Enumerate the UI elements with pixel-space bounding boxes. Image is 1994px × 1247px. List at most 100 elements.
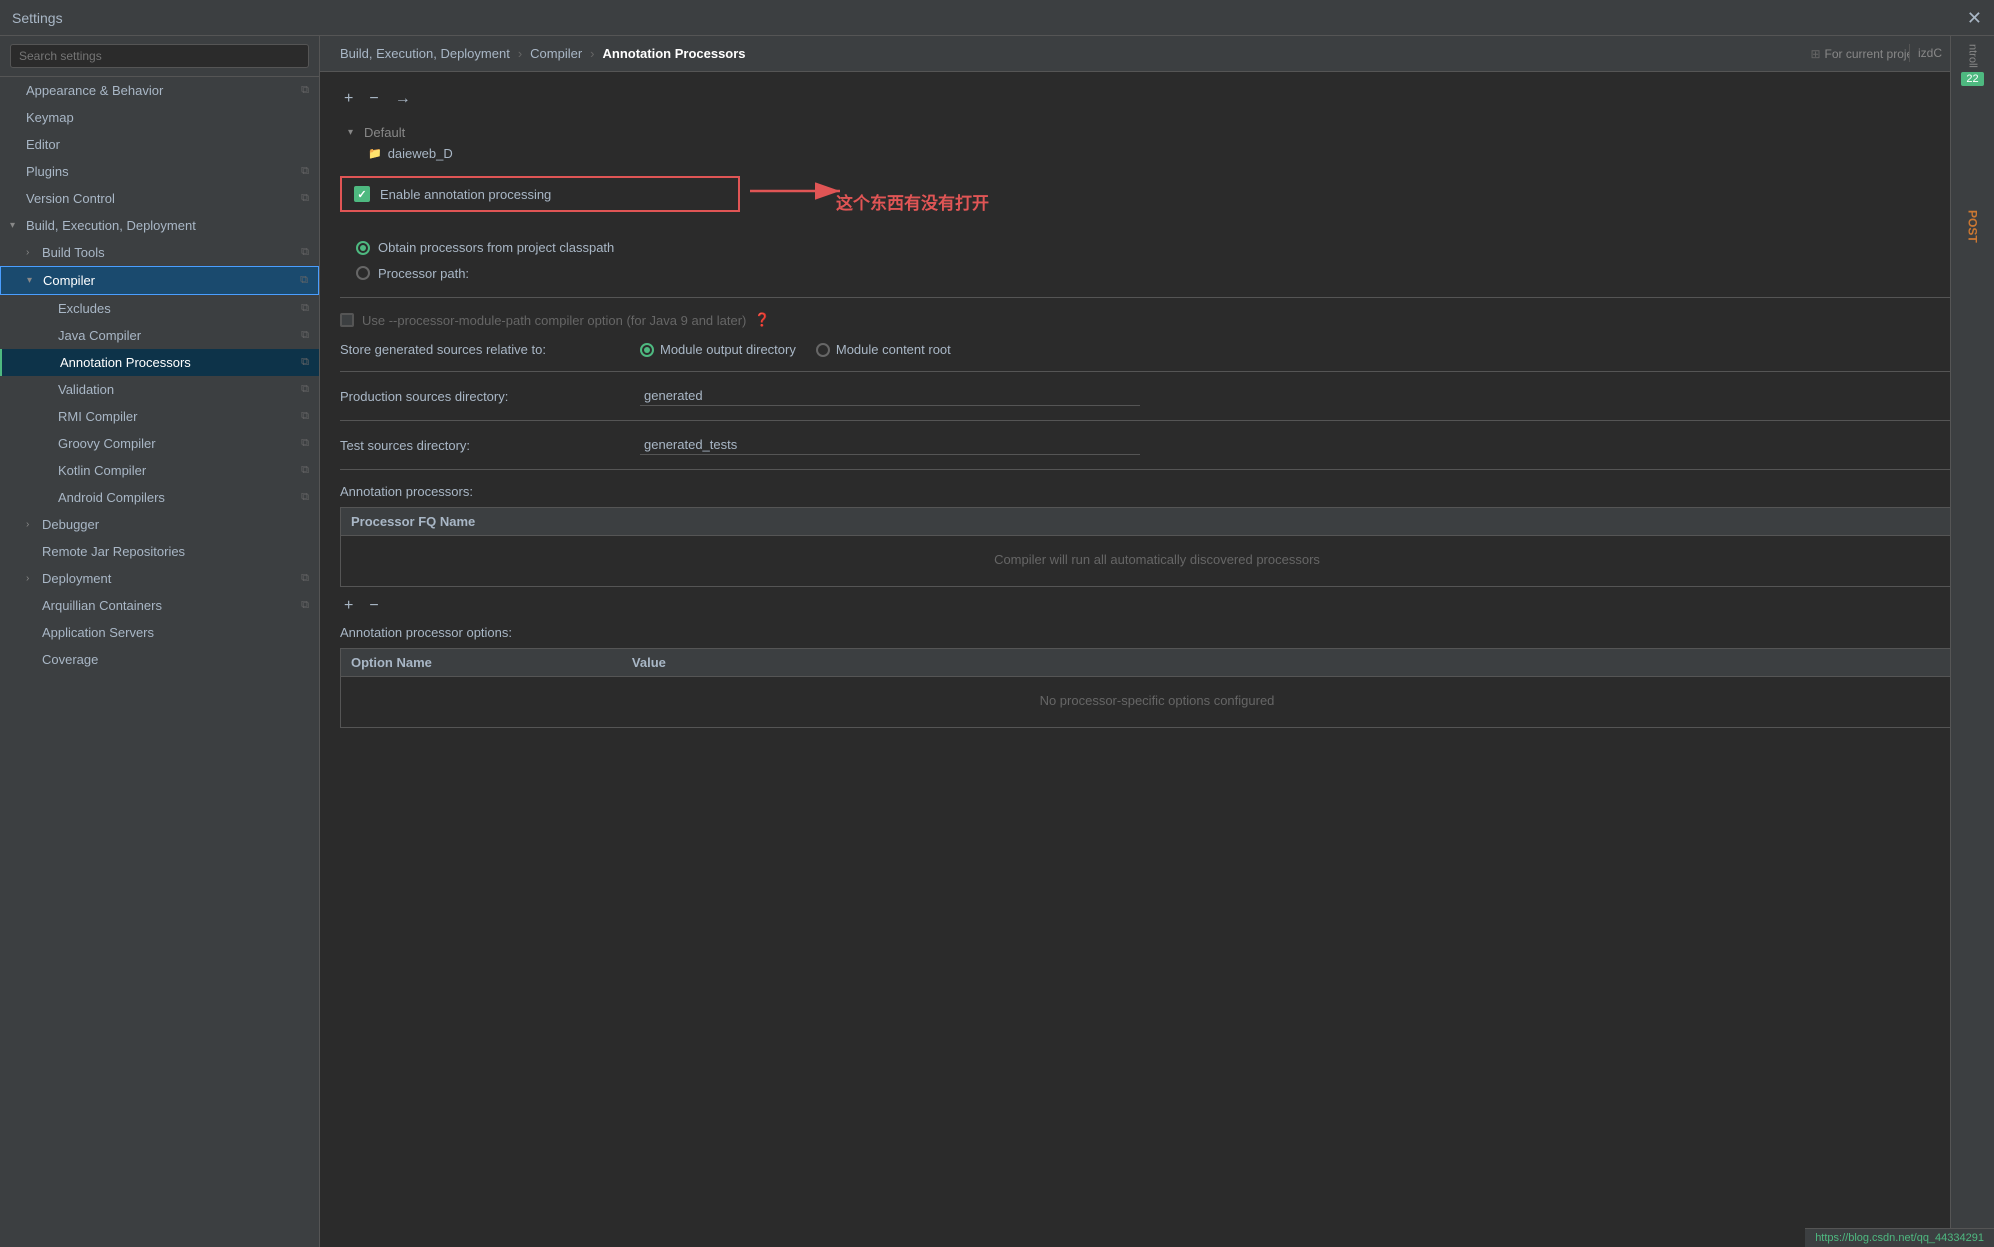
window-title: Settings bbox=[12, 10, 63, 26]
annotation-processors-table: Processor FQ Name Compiler will run all … bbox=[340, 507, 1974, 587]
right-panel-badge: 22 bbox=[1961, 72, 1983, 86]
sidebar-item-appearance[interactable]: Appearance & Behavior⧉ bbox=[0, 77, 319, 104]
toolbar-row: + − → bbox=[340, 88, 1974, 110]
module-content-radio[interactable] bbox=[816, 343, 830, 357]
option-name-header: Option Name bbox=[351, 655, 432, 670]
sidebar-item-build-exec[interactable]: ▾ Build, Execution, Deployment bbox=[0, 212, 319, 239]
sidebar-item-keymap[interactable]: Keymap bbox=[0, 104, 319, 131]
table-empty-message: Compiler will run all automatically disc… bbox=[341, 536, 1973, 586]
sidebar-item-deployment[interactable]: ›Deployment⧉ bbox=[0, 565, 319, 592]
sidebar-item-version-control[interactable]: Version Control⧉ bbox=[0, 185, 319, 212]
sidebar-item-label: Android Compilers bbox=[58, 490, 165, 505]
copy-icon: ⧉ bbox=[301, 329, 309, 342]
sidebar-item-compiler[interactable]: ▾Compiler⧉ bbox=[0, 266, 319, 295]
sidebar-item-label: Annotation Processors bbox=[60, 355, 191, 370]
production-dir-input[interactable] bbox=[640, 386, 1140, 406]
add-processor-button[interactable]: + bbox=[340, 595, 357, 617]
module-output-radio[interactable] bbox=[640, 343, 654, 357]
table-header: Processor FQ Name bbox=[341, 508, 1973, 536]
enable-annotation-checkbox[interactable] bbox=[354, 186, 370, 202]
help-icon[interactable]: ❓ bbox=[754, 312, 770, 328]
sidebar-item-label: Remote Jar Repositories bbox=[42, 544, 185, 559]
navigate-button[interactable]: → bbox=[391, 88, 415, 110]
tree-child-node[interactable]: 📁 daieweb_D bbox=[340, 143, 1974, 164]
small-toolbar: + − bbox=[340, 595, 1974, 617]
options-label: Annotation processor options: bbox=[340, 625, 512, 640]
annotation-processors-section: Annotation processors: bbox=[340, 484, 1974, 499]
add-button[interactable]: + bbox=[340, 88, 357, 110]
sidebar-item-label: Excludes bbox=[58, 301, 111, 316]
test-dir-input[interactable] bbox=[640, 435, 1140, 455]
divider-1 bbox=[340, 297, 1974, 298]
sidebar-item-label: Arquillian Containers bbox=[42, 598, 162, 613]
copy-icon: ⧉ bbox=[301, 383, 309, 396]
sidebar-item-kotlin-compiler[interactable]: Kotlin Compiler ⧉ bbox=[0, 457, 319, 484]
copy-icon: ⧉ bbox=[301, 464, 309, 477]
obtain-processors-radio[interactable] bbox=[356, 241, 370, 255]
processor-fq-name-header: Processor FQ Name bbox=[351, 514, 475, 529]
folder-icon: 📁 bbox=[368, 147, 382, 160]
sidebar-item-coverage[interactable]: Coverage bbox=[0, 646, 319, 673]
options-table: Option Name Value No processor-specific … bbox=[340, 648, 1974, 728]
module-path-checkbox[interactable] bbox=[340, 313, 354, 327]
sidebar-item-label: Deployment bbox=[42, 571, 111, 586]
module-content-option[interactable]: Module content root bbox=[816, 342, 951, 357]
close-button[interactable]: ✕ bbox=[1967, 9, 1982, 27]
for-project-label: ⊞For current project bbox=[1810, 47, 1922, 61]
radio-group: Obtain processors from project classpath… bbox=[356, 240, 1974, 283]
right-side-decorator: izdC bbox=[1909, 44, 1950, 62]
copy-icon: ⧉ bbox=[301, 437, 309, 450]
sidebar-item-label: Build, Execution, Deployment bbox=[26, 218, 196, 233]
processor-path-row[interactable]: Processor path: 📂 bbox=[356, 263, 1974, 283]
sidebar-item-label: Kotlin Compiler bbox=[58, 463, 146, 478]
copy-icon: ⧉ bbox=[301, 84, 309, 97]
sidebar-item-editor[interactable]: Editor bbox=[0, 131, 319, 158]
sidebar-item-validation[interactable]: Validation⧉ bbox=[0, 376, 319, 403]
enable-annotation-label: Enable annotation processing bbox=[380, 187, 551, 202]
store-generated-radios: Module output directory Module content r… bbox=[640, 342, 951, 357]
default-tree: ▾ Default 📁 daieweb_D bbox=[340, 122, 1974, 164]
right-panel: ntroll 22 POST izdC bbox=[1950, 36, 1994, 1247]
copy-icon: ⧉ bbox=[301, 410, 309, 423]
chevron-icon: ▾ bbox=[10, 220, 22, 231]
chevron-icon: ▾ bbox=[27, 275, 39, 286]
sidebar-item-app-servers[interactable]: Application Servers bbox=[0, 619, 319, 646]
production-dir-label: Production sources directory: bbox=[340, 389, 640, 404]
search-input[interactable] bbox=[10, 44, 309, 68]
options-header: Option Name Value bbox=[341, 649, 1973, 677]
production-dir-row: Production sources directory: bbox=[340, 386, 1974, 406]
breadcrumb-sep2: › bbox=[590, 46, 594, 61]
remove-button[interactable]: − bbox=[365, 88, 382, 110]
sidebar-items-container: Appearance & Behavior⧉KeymapEditorPlugin… bbox=[0, 77, 319, 673]
copy-icon: ⧉ bbox=[300, 274, 308, 287]
store-generated-row: Store generated sources relative to: Mod… bbox=[340, 342, 1974, 357]
enable-annotation-row[interactable]: Enable annotation processing bbox=[340, 176, 740, 212]
tree-default-node[interactable]: ▾ Default bbox=[340, 122, 1974, 143]
post-label: POST bbox=[1966, 210, 1980, 243]
remove-processor-button[interactable]: − bbox=[365, 595, 382, 617]
sidebar-item-groovy-compiler[interactable]: Groovy Compiler ⧉ bbox=[0, 430, 319, 457]
right-panel-label: ntroll bbox=[1967, 44, 1979, 68]
sidebar-item-rmi-compiler[interactable]: RMI Compiler⧉ bbox=[0, 403, 319, 430]
sidebar-item-build-tools[interactable]: ›Build Tools⧉ bbox=[0, 239, 319, 266]
sidebar-item-debugger[interactable]: ›Debugger bbox=[0, 511, 319, 538]
obtain-processors-row[interactable]: Obtain processors from project classpath bbox=[356, 240, 1974, 255]
sidebar-item-plugins[interactable]: Plugins⧉ bbox=[0, 158, 319, 185]
sidebar-item-label: Application Servers bbox=[42, 625, 154, 640]
processor-path-radio[interactable] bbox=[356, 266, 370, 280]
module-output-option[interactable]: Module output directory bbox=[640, 342, 796, 357]
sidebar-item-arquillian[interactable]: Arquillian Containers ⧉ bbox=[0, 592, 319, 619]
sidebar-item-remote-jar[interactable]: Remote Jar Repositories bbox=[0, 538, 319, 565]
sidebar-item-excludes[interactable]: Excludes ⧉ bbox=[0, 295, 319, 322]
sidebar-item-java-compiler[interactable]: Java Compiler⧉ bbox=[0, 322, 319, 349]
options-empty-message: No processor-specific options configured bbox=[341, 677, 1973, 727]
sidebar-item-label: Groovy Compiler bbox=[58, 436, 156, 451]
copy-icon: ⧉ bbox=[301, 192, 309, 205]
tree-child-label: daieweb_D bbox=[388, 146, 453, 161]
sidebar-item-android-compilers[interactable]: Android Compilers⧉ bbox=[0, 484, 319, 511]
copy-icon: ⧉ bbox=[301, 599, 309, 612]
tree-default-label: Default bbox=[364, 125, 405, 140]
copy-icon: ⧉ bbox=[301, 572, 309, 585]
copy-icon: ⧉ bbox=[301, 302, 309, 315]
sidebar-item-annotation-processors[interactable]: Annotation Processors⧉ bbox=[0, 349, 319, 376]
